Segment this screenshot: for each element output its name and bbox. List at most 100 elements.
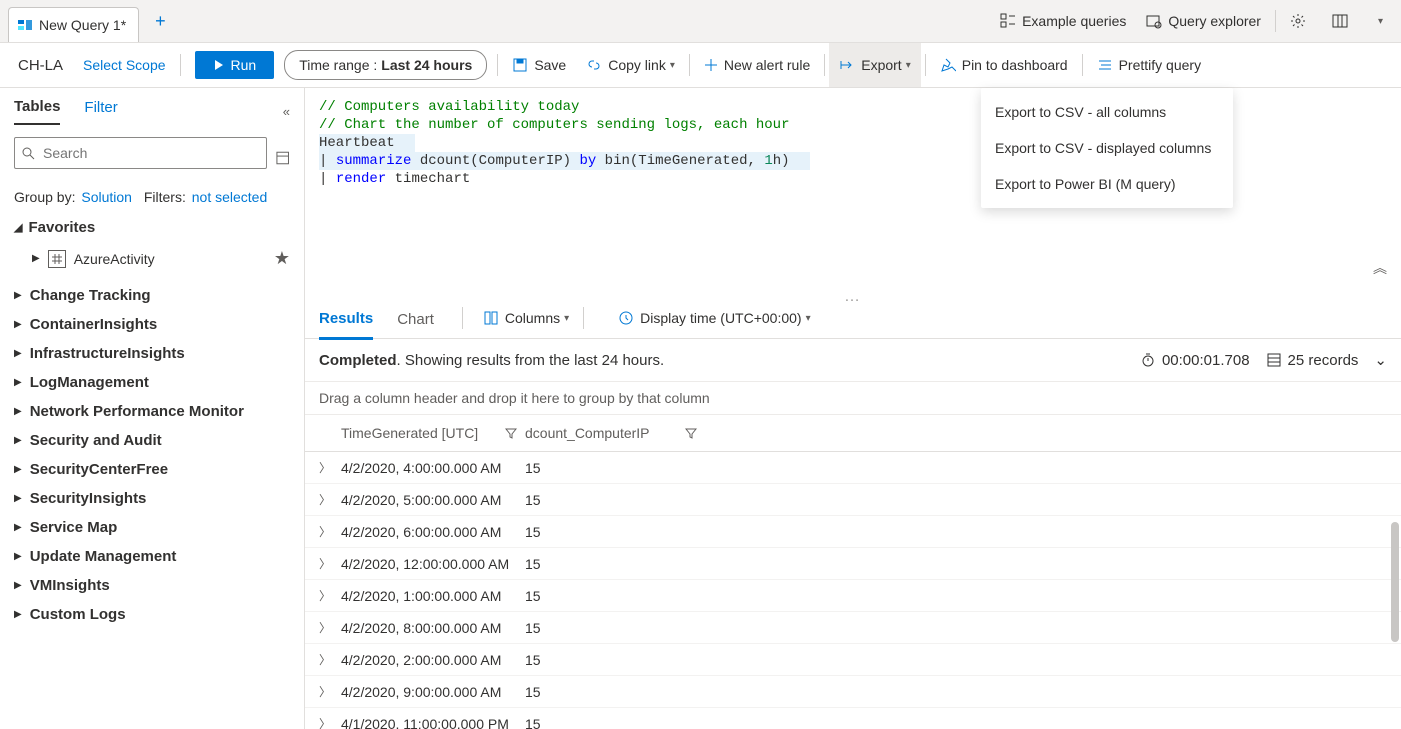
query-comment-2: // Chart the number of computers sending…: [319, 117, 789, 133]
resize-handle[interactable]: …: [305, 288, 1401, 298]
expand-row-icon[interactable]: 〉: [319, 651, 341, 668]
category-label: SecurityCenterFree: [30, 461, 168, 478]
sidebar-category[interactable]: ▶Service Map: [14, 513, 290, 542]
table-row[interactable]: 〉4/1/2020, 11:00:00.000 PM15: [305, 708, 1401, 729]
query-comment-1: // Computers availability today: [319, 99, 579, 115]
export-csv-all[interactable]: Export to CSV - all columns: [981, 94, 1233, 130]
export-powerbi[interactable]: Export to Power BI (M query): [981, 166, 1233, 202]
run-label: Run: [231, 57, 257, 73]
table-row[interactable]: 〉4/2/2020, 9:00:00.000 AM15: [305, 676, 1401, 708]
pin-button[interactable]: Pin to dashboard: [930, 43, 1078, 87]
filters-value[interactable]: not selected: [192, 189, 268, 205]
table-row[interactable]: 〉4/2/2020, 2:00:00.000 AM15: [305, 644, 1401, 676]
select-scope-link[interactable]: Select Scope: [73, 57, 176, 73]
export-button[interactable]: Export ▾: [829, 43, 921, 87]
filter-icon[interactable]: [685, 427, 697, 439]
table-row[interactable]: 〉4/2/2020, 6:00:00.000 AM15: [305, 516, 1401, 548]
column-header-timegenerated[interactable]: TimeGenerated [UTC]: [341, 425, 525, 441]
tab-chart[interactable]: Chart: [397, 298, 434, 338]
status-text: . Showing results from the last 24 hours…: [397, 352, 665, 369]
sidebar-category[interactable]: ▶ContainerInsights: [14, 310, 290, 339]
new-alert-rule-button[interactable]: New alert rule: [694, 43, 820, 87]
expand-row-icon[interactable]: 〉: [319, 587, 341, 604]
run-button[interactable]: Run: [195, 51, 275, 79]
favorite-item-azureactivity[interactable]: ▶ AzureActivity ★: [14, 246, 290, 271]
table-row[interactable]: 〉4/2/2020, 8:00:00.000 AM15: [305, 612, 1401, 644]
columns-button[interactable]: Columns ▾: [483, 310, 569, 326]
star-icon[interactable]: ★: [274, 248, 290, 269]
divider: [180, 54, 181, 76]
example-queries-button[interactable]: Example queries: [990, 0, 1136, 42]
sidebar-category[interactable]: ▶Network Performance Monitor: [14, 397, 290, 426]
time-range-picker[interactable]: Time range : Last 24 hours: [284, 50, 487, 80]
column-header-dcount[interactable]: dcount_ComputerIP: [525, 425, 705, 441]
collapse-all-icon[interactable]: [275, 150, 290, 166]
chevron-right-icon: ▶: [32, 253, 40, 264]
scrollbar-thumb[interactable]: [1391, 522, 1399, 642]
filters-label: Filters:: [144, 189, 186, 205]
favorites-label: Favorites: [28, 219, 95, 236]
cell-dcount: 15: [525, 620, 705, 636]
export-csv-displayed[interactable]: Export to CSV - displayed columns: [981, 130, 1233, 166]
query-tab[interactable]: New Query 1*: [8, 7, 139, 42]
expand-row-icon[interactable]: 〉: [319, 619, 341, 636]
filter-icon[interactable]: [505, 427, 517, 439]
category-label: LogManagement: [30, 374, 149, 391]
table-row[interactable]: 〉4/2/2020, 5:00:00.000 AM15: [305, 484, 1401, 516]
expand-row-icon[interactable]: 〉: [319, 491, 341, 508]
columns-icon: [483, 310, 499, 326]
expand-row-icon[interactable]: 〉: [319, 459, 341, 476]
expand-row-icon[interactable]: 〉: [319, 555, 341, 572]
display-time-button[interactable]: Display time (UTC+00:00) ▾: [618, 310, 810, 326]
sidebar-category[interactable]: ▶Custom Logs: [14, 600, 290, 629]
cell-timegenerated: 4/2/2020, 2:00:00.000 AM: [341, 652, 525, 668]
sidebar-category[interactable]: ▶VMInsights: [14, 571, 290, 600]
search-input[interactable]: [41, 144, 260, 162]
cell-dcount: 15: [525, 524, 705, 540]
elapsed-time: 00:00:01.708: [1140, 352, 1250, 369]
category-label: ContainerInsights: [30, 316, 158, 333]
export-icon: [839, 57, 855, 73]
settings-button[interactable]: [1280, 0, 1322, 42]
link-icon: [586, 57, 602, 73]
new-tab-button[interactable]: +: [149, 11, 172, 32]
expand-status-button[interactable]: ⌄: [1374, 351, 1387, 369]
play-icon: [213, 59, 225, 71]
cell-dcount: 15: [525, 588, 705, 604]
sidebar-category[interactable]: ▶SecurityCenterFree: [14, 455, 290, 484]
copy-link-button[interactable]: Copy link ▾: [576, 43, 685, 87]
chevron-right-icon: ▶: [14, 435, 22, 446]
query-toolbar: CH-LA Select Scope Run Time range : Last…: [0, 43, 1401, 88]
export-label: Export: [861, 57, 901, 73]
sidebar-category[interactable]: ▶Security and Audit: [14, 426, 290, 455]
sidebar-category[interactable]: ▶Update Management: [14, 542, 290, 571]
collapse-editor-button[interactable]: ︽: [1373, 258, 1387, 278]
tab-results[interactable]: Results: [319, 297, 373, 340]
search-box[interactable]: [14, 137, 267, 169]
save-button[interactable]: Save: [502, 43, 576, 87]
category-label: Change Tracking: [30, 287, 151, 304]
query-editor[interactable]: // Computers availability today // Chart…: [305, 88, 1401, 288]
query-explorer-button[interactable]: Query explorer: [1136, 0, 1271, 42]
prettify-button[interactable]: Prettify query: [1087, 43, 1211, 87]
group-drop-zone[interactable]: Drag a column header and drop it here to…: [305, 381, 1401, 415]
collapse-sidebar-button[interactable]: «: [283, 104, 290, 119]
table-row[interactable]: 〉4/2/2020, 1:00:00.000 AM15: [305, 580, 1401, 612]
sidebar-category[interactable]: ▶SecurityInsights: [14, 484, 290, 513]
sidebar-tab-filter[interactable]: Filter: [84, 99, 117, 124]
sidebar-category[interactable]: ▶InfrastructureInsights: [14, 339, 290, 368]
groupby-value[interactable]: Solution: [81, 189, 132, 205]
more-button[interactable]: ▾: [1364, 0, 1393, 42]
favorite-item-label: AzureActivity: [74, 251, 155, 267]
category-label: Custom Logs: [30, 606, 126, 623]
chevron-right-icon: ▶: [14, 377, 22, 388]
table-row[interactable]: 〉4/2/2020, 4:00:00.000 AM15: [305, 452, 1401, 484]
expand-row-icon[interactable]: 〉: [319, 523, 341, 540]
expand-row-icon[interactable]: 〉: [319, 683, 341, 700]
panels-button[interactable]: [1322, 0, 1364, 42]
table-row[interactable]: 〉4/2/2020, 12:00:00.000 AM15: [305, 548, 1401, 580]
sidebar-tab-tables[interactable]: Tables: [14, 98, 60, 125]
sidebar-category[interactable]: ▶Change Tracking: [14, 281, 290, 310]
sidebar-category[interactable]: ▶ LogManagement: [14, 368, 290, 397]
favorites-header[interactable]: ◢ Favorites: [14, 219, 290, 236]
